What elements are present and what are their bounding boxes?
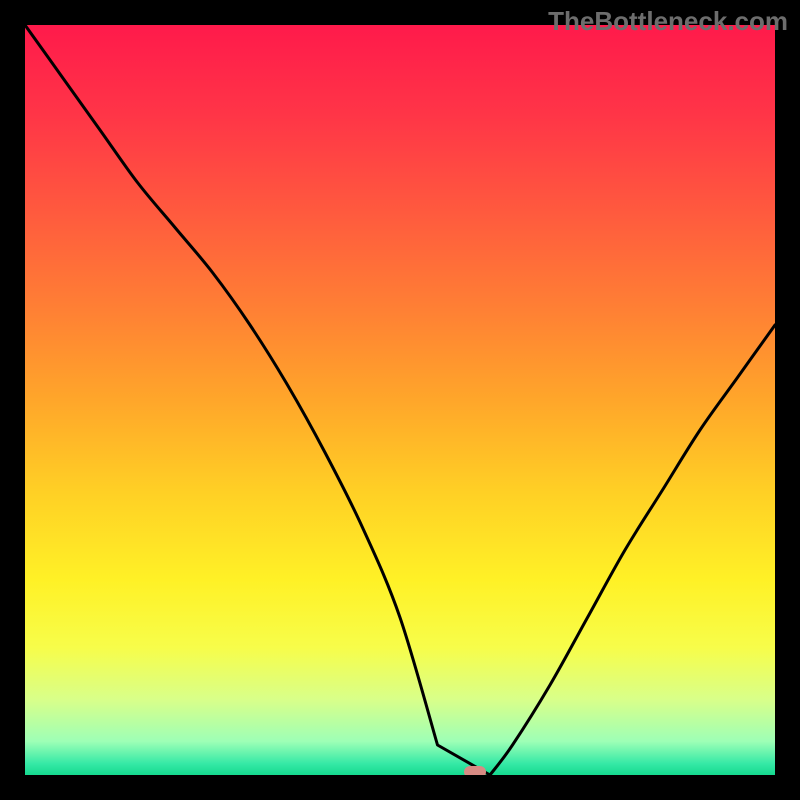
watermark-text: TheBottleneck.com — [548, 6, 788, 37]
optimal-marker — [464, 766, 486, 775]
bottleneck-chart — [25, 25, 775, 775]
gradient-background — [25, 25, 775, 775]
chart-frame: TheBottleneck.com — [0, 0, 800, 800]
plot-area — [25, 25, 775, 775]
